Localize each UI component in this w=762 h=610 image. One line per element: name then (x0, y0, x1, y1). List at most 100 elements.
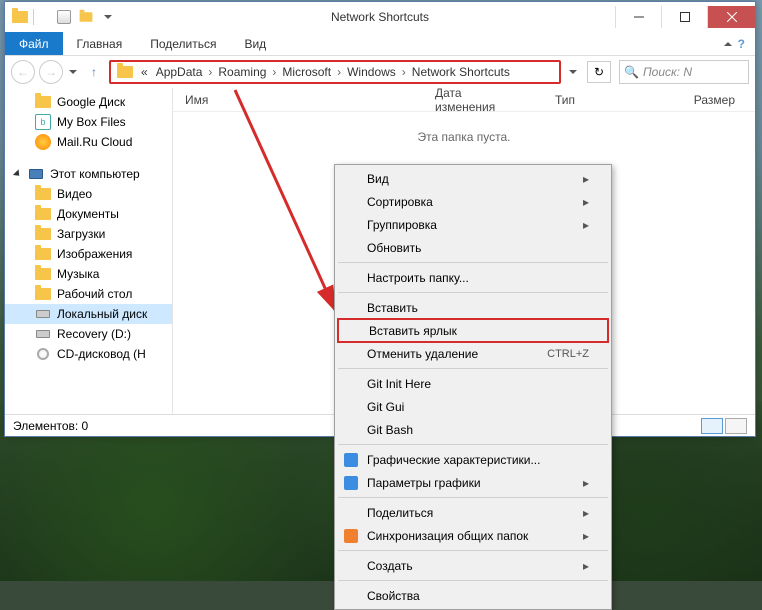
navigation-row: ← → ↑ « AppData › Roaming › Microsoft › … (5, 56, 755, 88)
menu-item[interactable]: Графические характеристики... (337, 448, 609, 471)
menu-separator (338, 292, 608, 293)
menu-item-label: Настроить папку... (367, 271, 469, 285)
properties-icon[interactable] (55, 8, 73, 26)
menu-item-label: Синхронизация общих папок (367, 529, 528, 543)
menu-item-label: Git Init Here (367, 377, 431, 391)
help-icon[interactable]: ? (738, 37, 745, 51)
sidebar-item-box[interactable]: b My Box Files (5, 112, 172, 132)
menu-item[interactable]: Git Init Here (337, 372, 609, 395)
status-elements: Элементов: 0 (13, 419, 88, 433)
column-size[interactable]: Размер (655, 93, 755, 107)
expand-icon[interactable] (13, 169, 22, 178)
breadcrumb-seg-2[interactable]: Microsoft (278, 65, 335, 79)
up-button[interactable]: ↑ (83, 61, 105, 83)
menu-item[interactable]: Вид ▸ (337, 167, 609, 190)
chevron-right-icon[interactable]: › (400, 65, 408, 79)
sidebar-label: Локальный диск (57, 307, 147, 321)
menu-item[interactable]: Вставить (337, 296, 609, 319)
menu-item[interactable]: Git Gui (337, 395, 609, 418)
chevron-right-icon[interactable]: › (206, 65, 214, 79)
sidebar-item-mailru[interactable]: Mail.Ru Cloud (5, 132, 172, 152)
sidebar-label: My Box Files (57, 115, 126, 129)
chevron-right-icon[interactable]: › (335, 65, 343, 79)
titlebar[interactable]: Network Shortcuts (5, 2, 755, 32)
menu-item-label: Вид (367, 172, 389, 186)
submenu-arrow-icon: ▸ (583, 559, 589, 573)
tab-share[interactable]: Поделиться (136, 32, 230, 55)
breadcrumb-seg-0[interactable]: AppData (152, 65, 207, 79)
menu-item-label: Параметры графики (367, 476, 481, 490)
tab-view[interactable]: Вид (230, 32, 280, 55)
menu-item[interactable]: Свойства (337, 584, 609, 607)
folder-small-icon[interactable] (77, 8, 95, 26)
sidebar-label: Этот компьютер (50, 167, 140, 181)
refresh-button[interactable]: ↻ (587, 61, 611, 83)
breadcrumb-seg-3[interactable]: Windows (343, 65, 400, 79)
forward-button[interactable]: → (39, 60, 63, 84)
menu-item[interactable]: Обновить (337, 236, 609, 259)
menu-item[interactable]: Синхронизация общих папок ▸ (337, 524, 609, 547)
search-input[interactable]: 🔍 Поиск: N (619, 60, 749, 84)
column-date[interactable]: Дата изменения (435, 86, 555, 114)
sidebar-item[interactable]: Загрузки (5, 224, 172, 244)
menu-item-label: Создать (367, 559, 413, 573)
submenu-arrow-icon: ▸ (583, 195, 589, 209)
tab-home[interactable]: Главная (63, 32, 137, 55)
sidebar-item[interactable]: Локальный диск (5, 304, 172, 324)
column-type[interactable]: Тип (555, 93, 655, 107)
menu-item-label: Сортировка (367, 195, 433, 209)
navigation-pane[interactable]: Google Диск b My Box Files Mail.Ru Cloud… (5, 88, 173, 414)
addressbar-dropdown[interactable] (569, 70, 577, 74)
menu-item[interactable]: Git Bash (337, 418, 609, 441)
submenu-arrow-icon: ▸ (583, 529, 589, 543)
menu-item[interactable]: Параметры графики▸ (337, 471, 609, 494)
search-placeholder: Поиск: N (643, 65, 692, 79)
icons-view-button[interactable] (725, 418, 747, 434)
folder-icon (35, 186, 51, 202)
menu-item[interactable]: Сортировка ▸ (337, 190, 609, 213)
close-button[interactable] (707, 6, 755, 28)
breadcrumb-seg-1[interactable]: Roaming (214, 65, 270, 79)
tab-file[interactable]: Файл (5, 32, 63, 55)
sidebar-item[interactable]: CD-дисковод (H (5, 344, 172, 364)
folder-icon (113, 66, 137, 78)
maximize-button[interactable] (661, 6, 707, 28)
sidebar-item[interactable]: Документы (5, 204, 172, 224)
address-bar[interactable]: « AppData › Roaming › Microsoft › Window… (109, 60, 561, 84)
menu-item-label: Вставить ярлык (369, 324, 457, 338)
history-dropdown[interactable] (69, 70, 77, 74)
sidebar-item[interactable]: Музыка (5, 264, 172, 284)
qat-dropdown[interactable] (99, 8, 117, 26)
menu-item[interactable]: Группировка▸ (337, 213, 609, 236)
menu-item[interactable]: Поделиться▸ (337, 501, 609, 524)
column-name[interactable]: Имя (185, 93, 435, 107)
breadcrumb-prefix[interactable]: « (137, 65, 152, 79)
menu-item[interactable]: Отменить удалениеCTRL+Z (337, 342, 609, 365)
sidebar-label: Документы (57, 207, 119, 221)
box-icon: b (35, 114, 51, 130)
hdd-icon (35, 326, 51, 342)
sidebar-label: Recovery (D:) (57, 327, 131, 341)
menu-item[interactable]: Создать ▸ (337, 554, 609, 577)
breadcrumb-seg-4[interactable]: Network Shortcuts (408, 65, 514, 79)
sidebar-label: Рабочий стол (57, 287, 132, 301)
sidebar-item[interactable]: Видео (5, 184, 172, 204)
menu-separator (338, 368, 608, 369)
sync-icon (343, 528, 359, 544)
back-button[interactable]: ← (11, 60, 35, 84)
empty-message: Эта папка пуста. (173, 112, 755, 162)
menu-item[interactable]: Настроить папку... (337, 266, 609, 289)
menu-item[interactable]: Вставить ярлык (337, 318, 609, 343)
chevron-right-icon[interactable]: › (270, 65, 278, 79)
sidebar-item[interactable]: Recovery (D:) (5, 324, 172, 344)
sidebar-item-computer[interactable]: Этот компьютер (5, 164, 172, 184)
minimize-button[interactable] (615, 6, 661, 28)
details-view-button[interactable] (701, 418, 723, 434)
ribbon-expand[interactable]: ? (714, 37, 755, 51)
submenu-arrow-icon: ▸ (583, 172, 589, 186)
sidebar-item-gdrive[interactable]: Google Диск (5, 92, 172, 112)
computer-icon (28, 166, 44, 182)
folder-icon (11, 8, 29, 26)
sidebar-item[interactable]: Рабочий стол (5, 284, 172, 304)
sidebar-item[interactable]: Изображения (5, 244, 172, 264)
